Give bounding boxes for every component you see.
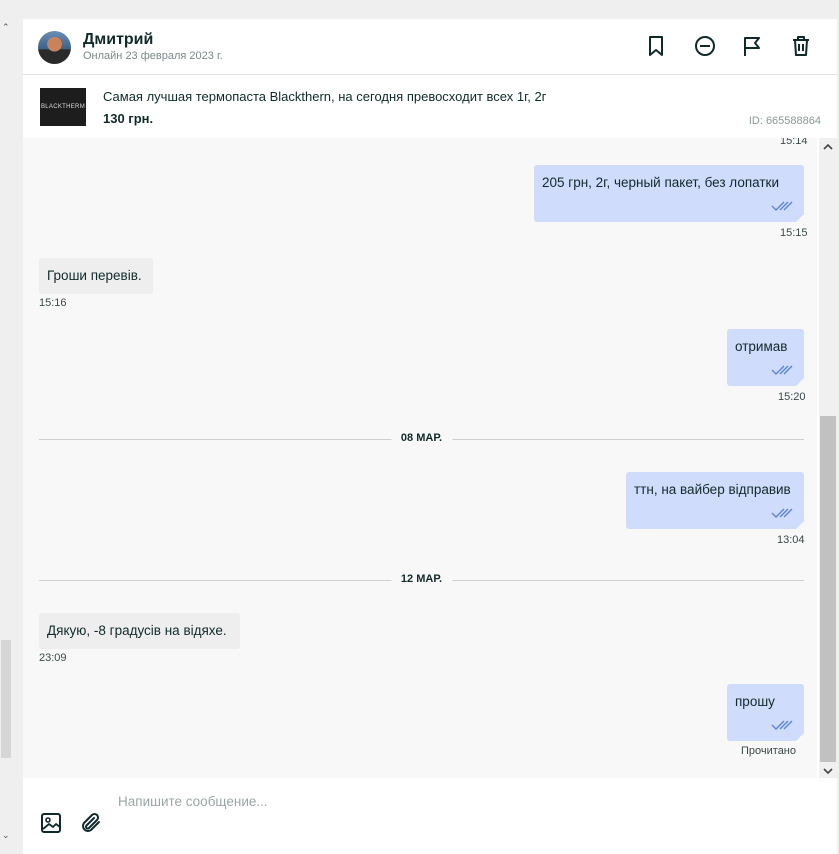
scroll-down-arrow-icon[interactable]: [823, 766, 833, 776]
bubble-tail: [795, 377, 805, 387]
date-label: 08 МАР.: [390, 432, 453, 444]
outgoing-message[interactable]: 205 грн, 2г, черный пакет, без лопатки: [534, 165, 805, 223]
image-icon: [41, 813, 61, 833]
message-time: 23:09: [39, 652, 67, 664]
message-time: 15:14: [780, 138, 808, 147]
read-checkmarks-icon: [771, 720, 793, 730]
message-text: ттн, на вайбер відправив: [634, 482, 791, 497]
contact-name[interactable]: Дмитрий: [83, 31, 153, 49]
messages-scrollbar[interactable]: [819, 138, 837, 778]
bookmark-button[interactable]: [644, 33, 668, 59]
messages-scrollbar-thumb[interactable]: [820, 416, 836, 762]
message-text: Гроши перевів.: [47, 268, 142, 283]
flag-icon: [744, 37, 760, 56]
read-status: Прочитано: [741, 745, 796, 757]
message-text: Дякую, -8 градусів на відяхе.: [47, 623, 227, 638]
paperclip-icon: [82, 812, 100, 832]
product-thumbnail[interactable]: BLACKTHERM: [40, 88, 86, 126]
page-scrollbar[interactable]: ⌃ ⌄: [0, 0, 12, 854]
date-label: 12 МАР.: [390, 573, 453, 585]
message-time: 15:15: [780, 227, 808, 239]
read-checkmarks-icon: [771, 201, 793, 211]
attach-image-button[interactable]: [38, 810, 64, 836]
scroll-down-arrow-icon[interactable]: ⌄: [2, 830, 10, 841]
report-button[interactable]: [740, 33, 764, 59]
product-price: 130 грн.: [103, 111, 154, 126]
message-text: прошу: [735, 694, 775, 709]
date-separator: 08 МАР.: [39, 432, 804, 446]
message-list[interactable]: 15:14 205 грн, 2г, черный пакет, без лоп…: [23, 138, 817, 778]
incoming-message[interactable]: Гроши перевів.: [39, 258, 153, 294]
avatar[interactable]: [38, 31, 71, 64]
message-time: 15:16: [39, 297, 67, 309]
listing-summary[interactable]: BLACKTHERM Самая лучшая термопаста Black…: [23, 75, 837, 138]
scroll-up-arrow-icon[interactable]: ⌃: [2, 22, 10, 33]
attach-file-button[interactable]: [78, 810, 104, 836]
contact-status: Онлайн 23 февраля 2023 г.: [83, 50, 223, 62]
message-time: 15:20: [778, 391, 806, 403]
block-user-button[interactable]: [693, 33, 717, 59]
message-time: 13:04: [777, 534, 805, 546]
read-checkmarks-icon: [771, 365, 793, 375]
product-title[interactable]: Самая лучшая термопаста Blackthern, на с…: [103, 89, 546, 104]
page-scrollbar-thumb[interactable]: [1, 640, 11, 758]
bubble-tail: [795, 732, 805, 742]
listing-id: ID: 665588864: [748, 115, 821, 127]
incoming-message[interactable]: Дякую, -8 градусів на відяхе.: [39, 613, 240, 649]
message-text: 205 грн, 2г, черный пакет, без лопатки: [542, 175, 779, 190]
message-input[interactable]: [118, 794, 718, 809]
scroll-up-arrow-icon[interactable]: [823, 142, 833, 152]
outgoing-message[interactable]: отримав: [727, 329, 805, 387]
bubble-tail: [795, 520, 805, 530]
outgoing-message[interactable]: прошу: [727, 684, 805, 742]
block-icon: [695, 36, 715, 56]
message-composer: [23, 778, 837, 854]
delete-chat-button[interactable]: [789, 33, 813, 59]
date-separator: 12 МАР.: [39, 573, 804, 587]
trash-icon: [793, 36, 809, 56]
bubble-tail: [795, 213, 805, 223]
chat-header: Дмитрий Онлайн 23 февраля 2023 г.: [23, 19, 837, 75]
outgoing-message[interactable]: ттн, на вайбер відправив: [626, 472, 805, 530]
message-text: отримав: [735, 339, 788, 354]
chat-panel: Дмитрий Онлайн 23 февраля 2023 г. BLACKT: [23, 19, 837, 854]
bookmark-icon: [649, 36, 663, 56]
read-checkmarks-icon: [771, 508, 793, 518]
